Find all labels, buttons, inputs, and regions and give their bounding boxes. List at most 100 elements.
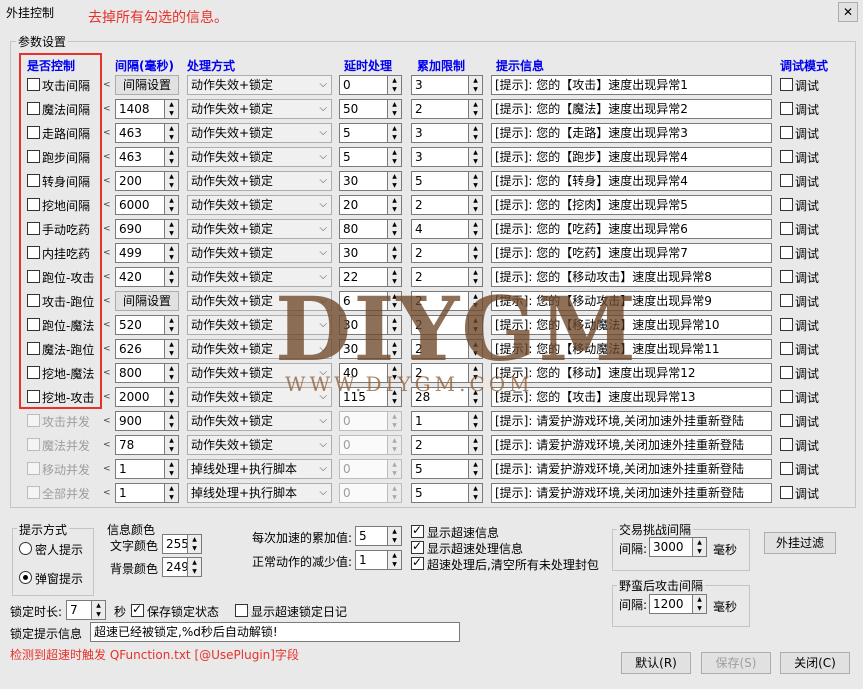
method-select[interactable]: 动作失效+锁定 ⌵	[187, 219, 332, 239]
delay-spinner[interactable]: 80 ▲ ▼	[339, 219, 402, 239]
chevron-down-icon[interactable]: ⌵	[319, 172, 327, 190]
method-select[interactable]: 动作失效+锁定 ⌵	[187, 99, 332, 119]
trade-interval-spinner[interactable]: 3000 ▲ ▼	[649, 537, 707, 557]
spinner-arrows-icon[interactable]: ▲ ▼	[468, 483, 483, 503]
spinner-arrows-icon[interactable]: ▲ ▼	[387, 99, 402, 119]
show-lock-log-checkbox[interactable]	[235, 604, 248, 617]
spinner-arrows-icon[interactable]: ▲ ▼	[164, 459, 179, 479]
close-window-button[interactable]: ✕	[838, 2, 858, 22]
accumulate-input[interactable]: 5	[411, 171, 470, 191]
flag-checkbox[interactable]	[411, 523, 424, 538]
interval-input[interactable]: 1	[115, 459, 166, 479]
interval-spinner[interactable]: 1 ▲ ▼	[115, 483, 179, 503]
debug-checkbox[interactable]	[780, 294, 793, 307]
spinner-arrows-icon[interactable]: ▲ ▼	[692, 537, 707, 557]
chevron-down-icon[interactable]: ⌵	[319, 244, 327, 262]
spinner-arrows-icon[interactable]: ▲ ▼	[164, 435, 179, 455]
delay-input[interactable]: 22	[339, 267, 389, 287]
debug-checkbox[interactable]	[780, 174, 793, 187]
spinner-arrows-icon[interactable]: ▲ ▼	[164, 267, 179, 287]
accumulate-input[interactable]: 5	[411, 483, 470, 503]
accumulate-input[interactable]: 2	[411, 99, 470, 119]
flag-checkbox[interactable]	[411, 555, 424, 570]
save-lock-state-checkbox[interactable]	[131, 602, 144, 617]
accumulate-input[interactable]: 28	[411, 387, 470, 407]
accumulate-spinner[interactable]: 2 ▲ ▼	[411, 435, 483, 455]
spinner-arrows-icon[interactable]: ▲ ▼	[468, 291, 483, 311]
spinner-arrows-icon[interactable]: ▲ ▼	[387, 550, 402, 570]
spinner-arrows-icon[interactable]: ▲ ▼	[468, 363, 483, 383]
accumulate-input[interactable]: 2	[411, 267, 470, 287]
spinner-arrows-icon[interactable]: ▲ ▼	[164, 483, 179, 503]
interval-input[interactable]: 800	[115, 363, 166, 383]
message-input[interactable]: [提示]: 请爱护游戏环境,关闭加速外挂重新登陆	[491, 459, 772, 479]
delay-spinner[interactable]: 22 ▲ ▼	[339, 267, 402, 287]
spinner-arrows-icon[interactable]: ▲ ▼	[692, 594, 707, 614]
spinner-arrows-icon[interactable]: ▲ ▼	[187, 557, 202, 577]
spinner-arrows-icon[interactable]: ▲ ▼	[468, 123, 483, 143]
message-input[interactable]: [提示]: 您的【转身】速度出现异常4	[491, 171, 772, 191]
accumulate-input[interactable]: 3	[411, 147, 470, 167]
accumulate-spinner[interactable]: 5 ▲ ▼	[411, 171, 483, 191]
method-select[interactable]: 掉线处理+执行脚本 ⌵	[187, 483, 332, 503]
spinner-arrows-icon[interactable]: ▲ ▼	[468, 75, 483, 95]
message-input[interactable]: [提示]: 您的【吃药】速度出现异常6	[491, 219, 772, 239]
accumulate-spinner[interactable]: 2 ▲ ▼	[411, 243, 483, 263]
enable-checkbox[interactable]	[27, 414, 40, 427]
spinner-arrows-icon[interactable]: ▲ ▼	[387, 363, 402, 383]
debug-checkbox[interactable]	[780, 462, 793, 475]
interval-input[interactable]: 78	[115, 435, 166, 455]
debug-checkbox[interactable]	[780, 270, 793, 283]
spinner-arrows-icon[interactable]: ▲ ▼	[164, 171, 179, 191]
delay-spinner[interactable]: 30 ▲ ▼	[339, 243, 402, 263]
debug-checkbox[interactable]	[780, 150, 793, 163]
debug-checkbox[interactable]	[780, 222, 793, 235]
debug-checkbox[interactable]	[780, 78, 793, 91]
interval-spinner[interactable]: 626 ▲ ▼	[115, 339, 179, 359]
delay-spinner[interactable]: 20 ▲ ▼	[339, 195, 402, 215]
method-select[interactable]: 掉线处理+执行脚本 ⌵	[187, 459, 332, 479]
delay-input[interactable]: 20	[339, 195, 389, 215]
delay-spinner[interactable]: 30 ▲ ▼	[339, 171, 402, 191]
savage-interval-input[interactable]: 1200	[649, 594, 694, 614]
chevron-down-icon[interactable]: ⌵	[319, 148, 327, 166]
radio-popup-prompt[interactable]	[19, 571, 32, 584]
interval-spinner[interactable]: 6000 ▲ ▼	[115, 195, 179, 215]
chevron-down-icon[interactable]: ⌵	[319, 412, 327, 430]
accumulate-spinner[interactable]: 1 ▲ ▼	[411, 411, 483, 431]
interval-input[interactable]: 626	[115, 339, 166, 359]
delay-input[interactable]: 0	[339, 459, 389, 479]
chevron-down-icon[interactable]: ⌵	[319, 436, 327, 454]
accumulate-spinner[interactable]: 3 ▲ ▼	[411, 123, 483, 143]
debug-checkbox[interactable]	[780, 486, 793, 499]
accumulate-input[interactable]: 5	[411, 459, 470, 479]
per-accel-spinner[interactable]: 5 ▲ ▼	[355, 526, 402, 546]
message-input[interactable]: [提示]: 您的【移动攻击】速度出现异常8	[491, 267, 772, 287]
spinner-arrows-icon[interactable]: ▲ ▼	[387, 219, 402, 239]
delay-input[interactable]: 5	[339, 123, 389, 143]
delay-spinner[interactable]: 30 ▲ ▼	[339, 339, 402, 359]
message-input[interactable]: [提示]: 您的【移动】速度出现异常12	[491, 363, 772, 383]
interval-spinner[interactable]: 420 ▲ ▼	[115, 267, 179, 287]
message-input[interactable]: [提示]: 请爱护游戏环境,关闭加速外挂重新登陆	[491, 435, 772, 455]
interval-spinner[interactable]: 463 ▲ ▼	[115, 123, 179, 143]
spinner-arrows-icon[interactable]: ▲ ▼	[468, 315, 483, 335]
spinner-arrows-icon[interactable]: ▲ ▼	[387, 411, 402, 431]
accumulate-spinner[interactable]: 5 ▲ ▼	[411, 459, 483, 479]
interval-spinner[interactable]: 78 ▲ ▼	[115, 435, 179, 455]
interval-input[interactable]: 900	[115, 411, 166, 431]
spinner-arrows-icon[interactable]: ▲ ▼	[387, 75, 402, 95]
delay-input[interactable]: 30	[339, 315, 389, 335]
spinner-arrows-icon[interactable]: ▲ ▼	[164, 315, 179, 335]
debug-checkbox[interactable]	[780, 390, 793, 403]
delay-spinner[interactable]: 0 ▲ ▼	[339, 435, 402, 455]
text-color-spinner[interactable]: 255 ▲ ▼	[162, 534, 202, 554]
normal-reduce-spinner[interactable]: 1 ▲ ▼	[355, 550, 402, 570]
spinner-arrows-icon[interactable]: ▲ ▼	[468, 243, 483, 263]
accumulate-input[interactable]: 4	[411, 219, 470, 239]
plugin-filter-button[interactable]: 外挂过滤	[764, 532, 836, 554]
interval-spinner[interactable]: 900 ▲ ▼	[115, 411, 179, 431]
lock-duration-input[interactable]: 7	[66, 600, 93, 620]
spinner-arrows-icon[interactable]: ▲ ▼	[164, 363, 179, 383]
lock-message-input[interactable]: 超速已经被锁定,%d秒后自动解锁!	[90, 622, 460, 642]
